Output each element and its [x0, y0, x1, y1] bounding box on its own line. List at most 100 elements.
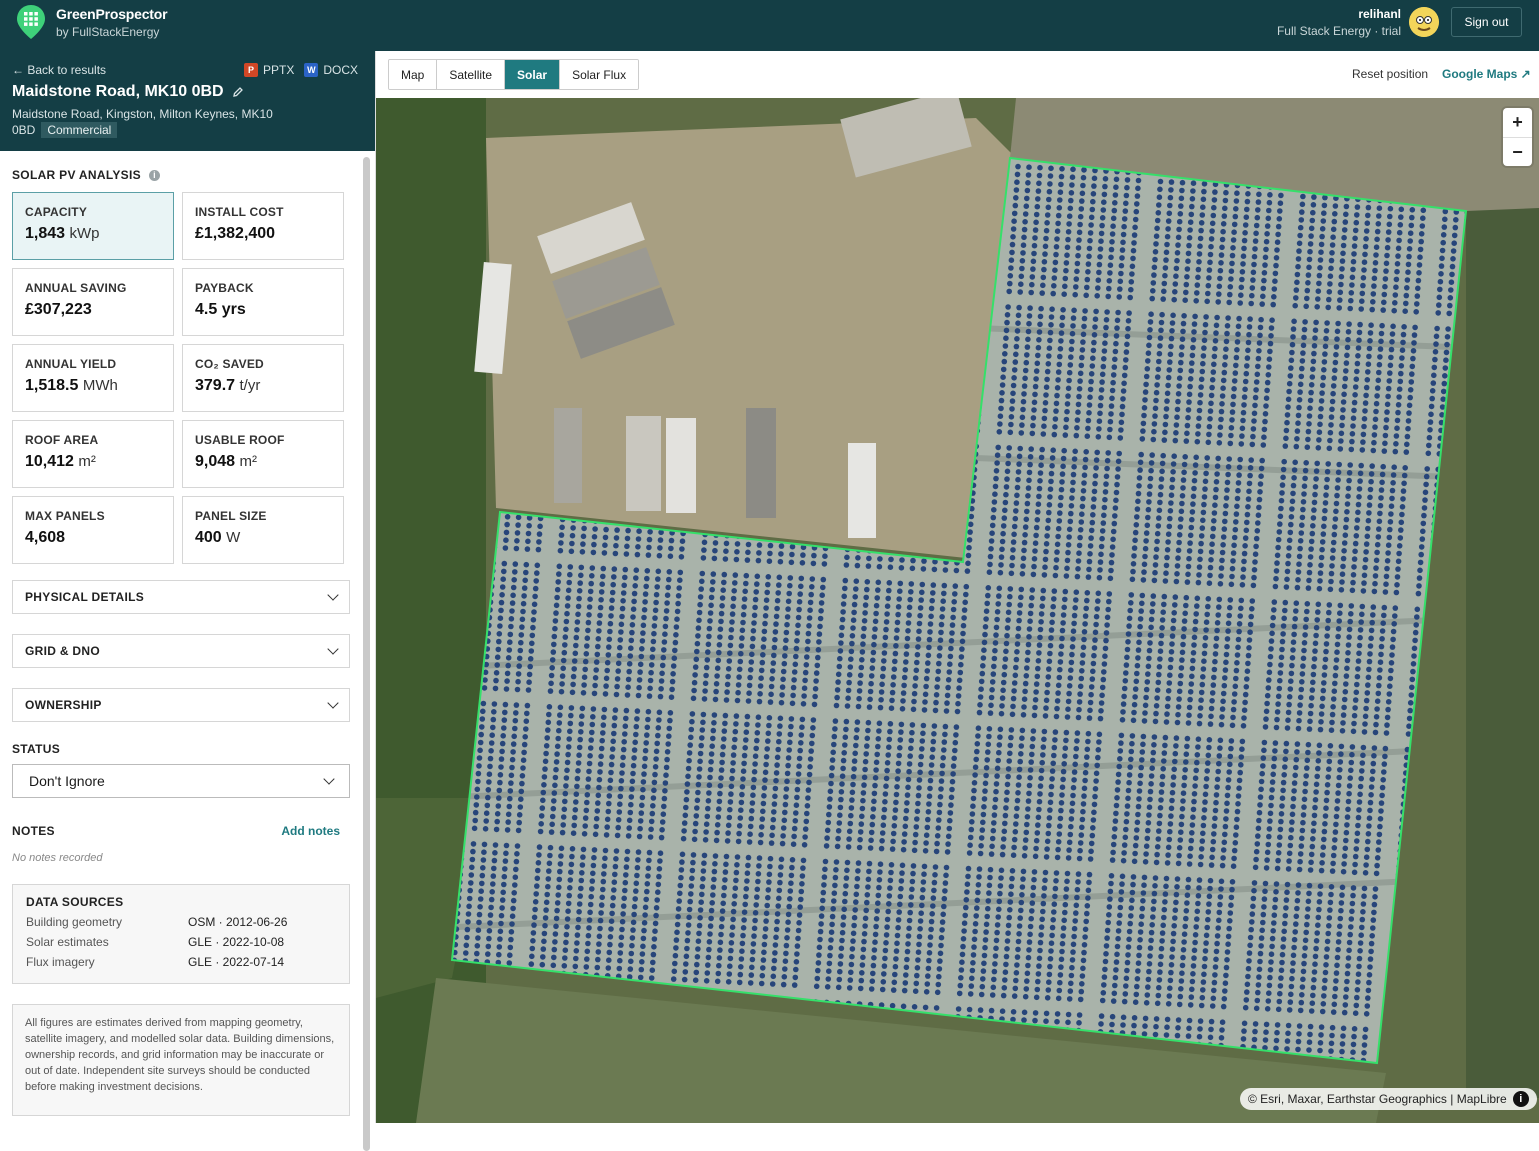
solar-panel — [846, 836, 852, 842]
solar-panel — [615, 817, 622, 823]
solar-panel — [526, 679, 532, 685]
solar-panel — [546, 704, 553, 710]
accordion-ownership[interactable]: OWNERSHIP — [12, 688, 350, 722]
solar-panel — [534, 562, 541, 569]
solar-panel — [756, 550, 762, 556]
edit-pencil-icon[interactable] — [232, 86, 244, 98]
solar-panel — [893, 799, 899, 806]
sidebar-scrollbar[interactable] — [363, 157, 370, 1151]
solar-panel — [518, 639, 524, 646]
solar-panel — [477, 896, 484, 902]
solar-panel — [668, 694, 675, 700]
solar-panel — [856, 688, 863, 694]
solar-panel — [707, 610, 714, 616]
solar-panel — [707, 774, 713, 781]
solar-panel — [624, 692, 631, 698]
metric-card-usable-roof[interactable]: USABLE ROOF 9,048 m² — [182, 420, 344, 488]
solar-panel — [491, 709, 497, 715]
solar-panel — [714, 673, 720, 679]
solar-panel — [574, 932, 581, 938]
solar-panel — [498, 599, 505, 606]
metric-card-capacity[interactable]: CAPACITY 1,843 kWp — [12, 192, 174, 260]
solar-panel — [725, 830, 731, 836]
solar-panel — [662, 631, 668, 637]
export-docx-button[interactable]: W DOCX — [304, 63, 358, 77]
metric-card-annual-saving[interactable]: ANNUAL SAVING £307,223 — [12, 268, 174, 336]
solar-panel — [700, 555, 707, 561]
solar-panel — [659, 670, 665, 677]
solar-panel — [851, 766, 857, 772]
info-icon[interactable]: i — [148, 169, 160, 181]
solar-panel — [614, 832, 621, 839]
solar-panel — [582, 658, 589, 665]
solar-panel — [782, 801, 789, 808]
solar-panel — [514, 851, 520, 857]
status-select[interactable]: Don't Ignore — [12, 764, 350, 798]
solar-panel — [543, 907, 549, 913]
satellite-map[interactable] — [376, 98, 1539, 1123]
reset-position-link[interactable]: Reset position — [1352, 67, 1428, 81]
solar-panel — [787, 896, 793, 902]
tab-solar-flux[interactable]: Solar Flux — [560, 60, 639, 89]
solar-panel — [787, 739, 793, 746]
tab-satellite[interactable]: Satellite — [437, 60, 506, 89]
solar-panel — [809, 576, 816, 582]
solar-panel — [800, 701, 807, 707]
metric-card-payback[interactable]: PAYBACK 4.5 yrs — [182, 268, 344, 336]
solar-panel — [535, 546, 542, 553]
solar-panel — [787, 888, 794, 894]
accordion-grid-dno[interactable]: GRID & DNO — [12, 634, 350, 668]
export-pptx-button[interactable]: P PPTX — [243, 63, 294, 77]
solar-panel — [730, 760, 736, 766]
tab-solar[interactable]: Solar — [505, 60, 561, 89]
solar-panel — [861, 938, 867, 945]
accordion-physical-details[interactable]: PHYSICAL DETAILS — [12, 580, 350, 614]
solar-panel — [765, 894, 771, 901]
tab-map[interactable]: Map — [389, 60, 438, 89]
solar-panel — [482, 826, 489, 832]
solar-panel — [562, 798, 568, 805]
metric-card-roof-area[interactable]: ROOF AREA 10,412 m² — [12, 420, 174, 488]
solar-panel — [763, 605, 769, 611]
solar-panel — [717, 947, 723, 953]
solar-panel — [592, 831, 599, 838]
solar-panel — [752, 917, 758, 924]
export-buttons: P PPTX W DOCX — [243, 63, 358, 77]
solar-panel — [728, 634, 734, 641]
google-maps-link[interactable]: Google Maps ↗ — [1442, 67, 1531, 81]
solar-panel — [792, 818, 799, 824]
metric-card-panel-size[interactable]: PANEL SIZE 400 W — [182, 496, 344, 564]
solar-panel — [703, 821, 710, 827]
metric-card-co2-saved[interactable]: CO₂ SAVED 379.7 t/yr — [182, 344, 344, 412]
solar-panel — [613, 691, 620, 698]
solar-panel — [826, 804, 833, 810]
solar-panel — [764, 746, 770, 752]
solar-panel — [758, 667, 765, 674]
solar-panel — [833, 702, 840, 709]
solar-panel — [567, 877, 574, 883]
solar-panel — [772, 785, 779, 792]
brand[interactable]: GreenProspector by FullStackEnergy — [56, 6, 168, 39]
avatar[interactable] — [1409, 7, 1439, 37]
metric-label: INSTALL COST — [195, 205, 284, 219]
solar-panel — [833, 867, 839, 873]
solar-panel — [870, 814, 876, 820]
solar-panel — [869, 665, 876, 671]
solar-panel — [590, 706, 597, 712]
solar-panel — [557, 861, 564, 867]
add-notes-link[interactable]: Add notes — [281, 824, 340, 838]
sign-out-button[interactable]: Sign out — [1451, 7, 1522, 37]
solar-panel — [621, 739, 627, 745]
solar-panel — [697, 907, 704, 913]
solar-panel — [858, 977, 865, 984]
metric-card-install-cost[interactable]: INSTALL COST £1,382,400 — [182, 192, 344, 260]
solar-panel — [501, 717, 508, 723]
solar-panel — [725, 822, 732, 829]
solar-panel — [617, 637, 624, 643]
metric-card-annual-yield[interactable]: ANNUAL YIELD 1,518.5 MWh — [12, 344, 174, 412]
metric-unit: MWh — [82, 377, 118, 394]
solar-panel — [545, 876, 552, 882]
metric-card-max-panels[interactable]: MAX PANELS 4,608 — [12, 496, 174, 564]
solar-panel — [544, 735, 550, 741]
solar-panel — [875, 900, 881, 906]
